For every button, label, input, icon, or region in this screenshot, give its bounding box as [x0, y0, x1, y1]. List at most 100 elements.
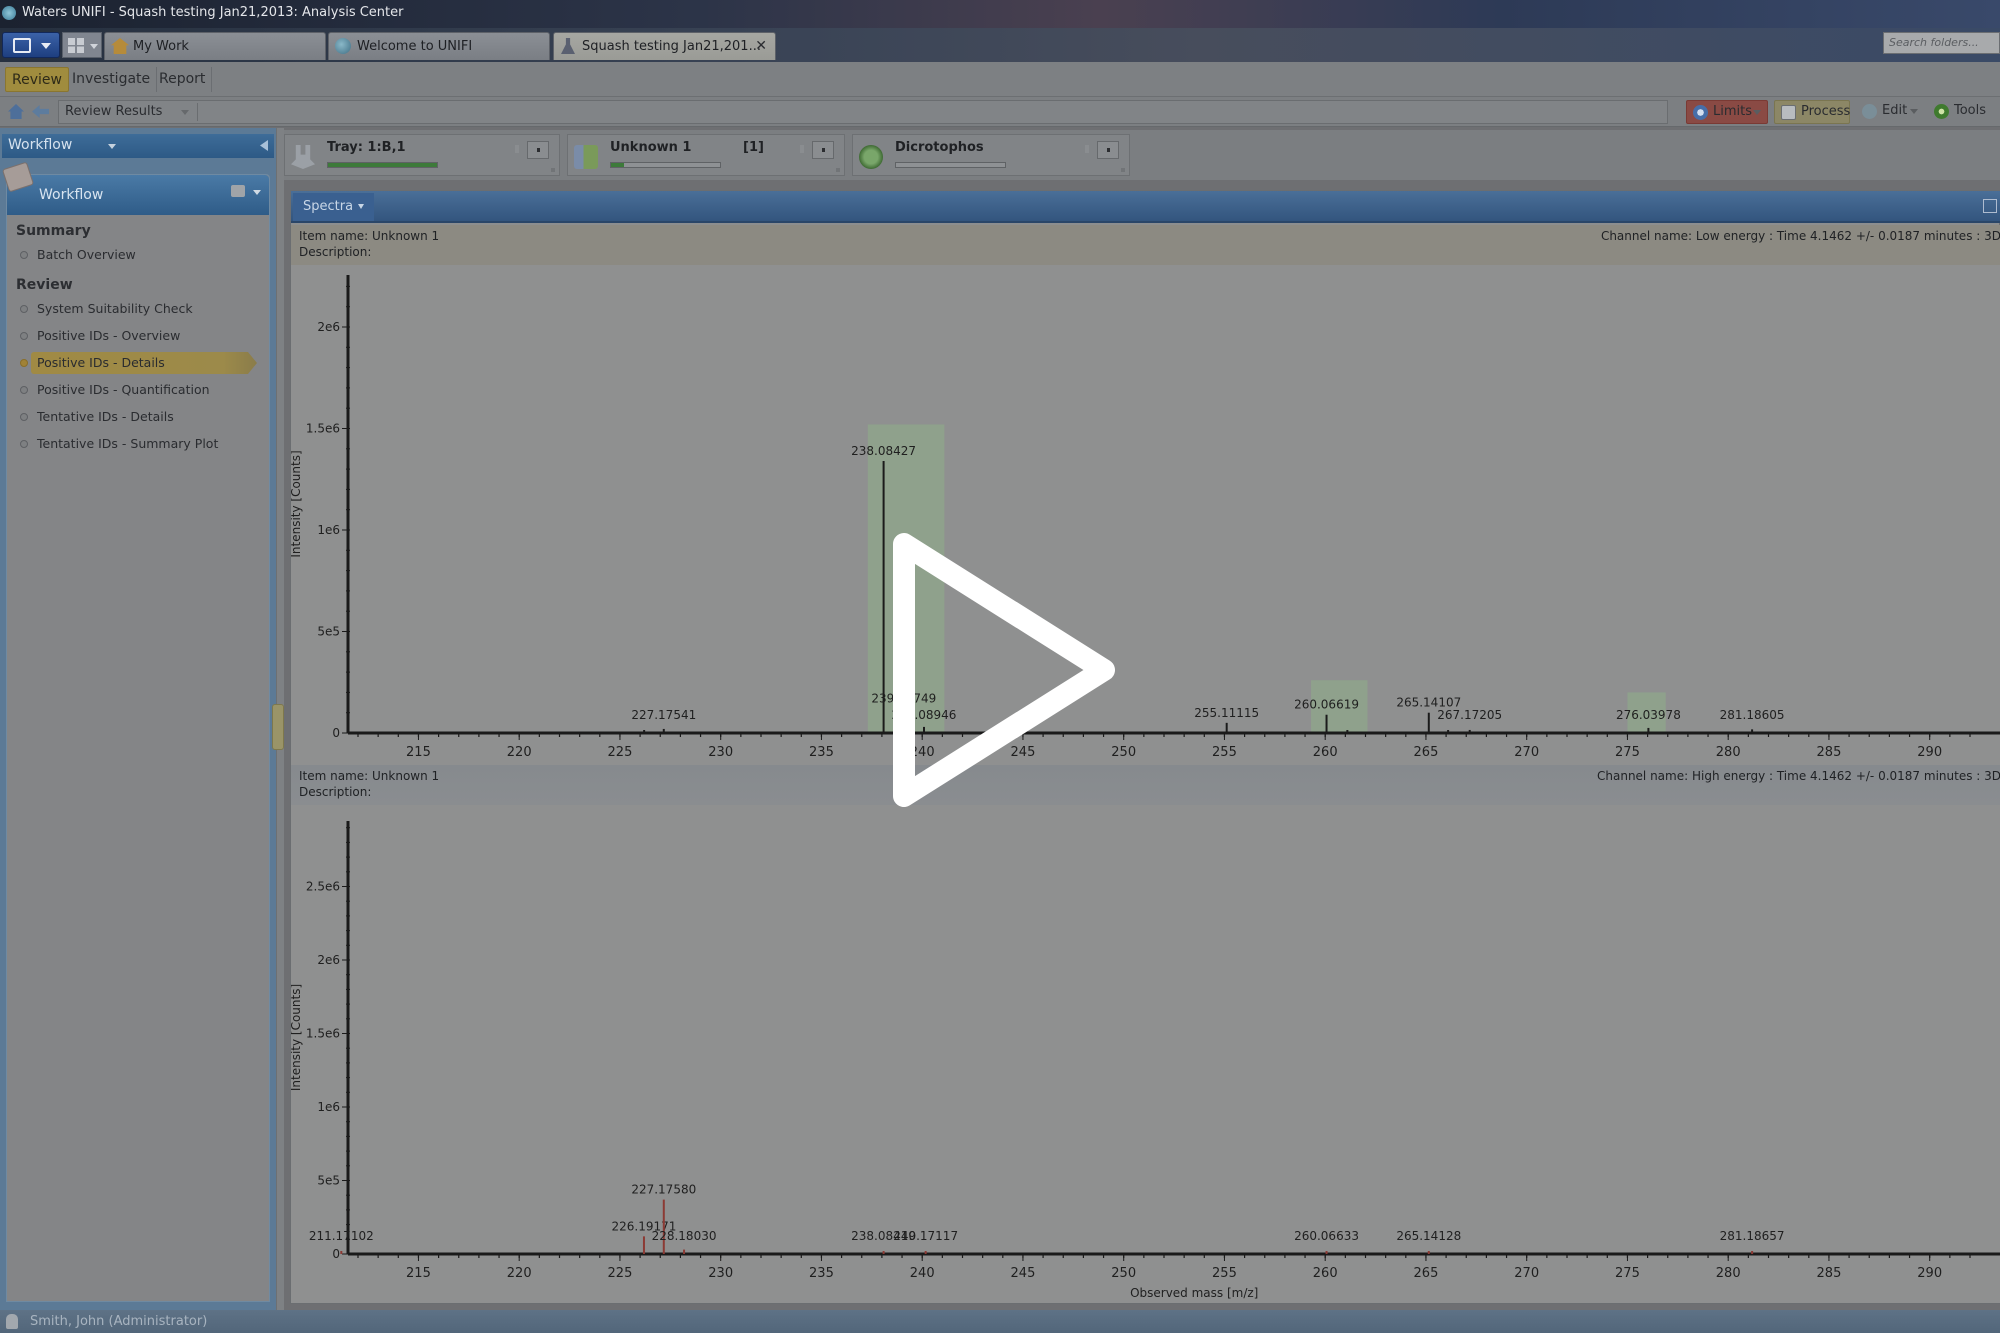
- progress-bar: [327, 162, 438, 168]
- sidebar-item-tentative-summary-plot[interactable]: Tentative IDs - Summary Plot: [13, 433, 265, 455]
- x-tick-label: 215: [406, 745, 431, 760]
- radio-icon: [20, 386, 28, 394]
- sidebar-item-label: System Suitability Check: [37, 301, 193, 316]
- tools-label: Tools: [1954, 103, 1987, 118]
- radio-icon: [20, 251, 28, 259]
- sidebar-item-label: Batch Overview: [37, 247, 136, 262]
- x-tick-label: 270: [1514, 1266, 1539, 1281]
- x-tick-label: 255: [1212, 745, 1237, 760]
- spectra-menu-button[interactable]: Spectra: [293, 193, 375, 221]
- peak-label: 276.03978: [1616, 708, 1681, 722]
- view-menu-button[interactable]: [2, 32, 60, 58]
- close-icon[interactable]: ✕: [755, 38, 767, 54]
- previous-arrow-icon[interactable]: [1085, 145, 1089, 153]
- comment-icon[interactable]: [231, 185, 245, 197]
- search-folders-input[interactable]: Search folders...: [1883, 32, 2000, 54]
- description: Description:: [299, 245, 372, 259]
- splitter-handle[interactable]: [272, 704, 284, 750]
- y-tick-label: 5e5: [317, 1174, 340, 1188]
- sidebar-item-positive-quantification[interactable]: Positive IDs - Quantification: [13, 379, 265, 401]
- sidebar-header[interactable]: Workflow: [2, 134, 274, 158]
- edit-button[interactable]: Edit: [1856, 100, 1922, 124]
- collapse-icon[interactable]: [260, 140, 268, 151]
- peak-label: 240.17117: [893, 1229, 958, 1243]
- y-tick-label: 0: [332, 1247, 340, 1261]
- grid-icon: [68, 38, 84, 53]
- workflow-panel: Workflow Summary Batch Overview Review S…: [1, 161, 270, 1302]
- x-tick-label: 265: [1414, 745, 1439, 760]
- peak-label: 238.08427: [851, 444, 916, 458]
- y-tick-label: 2.5e6: [306, 880, 340, 894]
- play-video-icon[interactable]: [890, 530, 1130, 810]
- context-count: [1]: [743, 140, 764, 155]
- current-user: Smith, John (Administrator): [30, 1314, 208, 1329]
- limits-button[interactable]: Limits: [1686, 100, 1768, 124]
- expand-corner-icon[interactable]: [1121, 168, 1125, 172]
- radio-icon: [20, 413, 28, 421]
- low-energy-plot[interactable]: 0 5e5 1e6 1.5e6 2e6 Intensity [Counts] 215 220 2…: [289, 265, 2000, 765]
- home-icon[interactable]: [8, 104, 24, 119]
- plot-info-high-energy: Item name: Unknown 1 Description: Channe…: [291, 765, 2000, 805]
- context-unknown[interactable]: Unknown 1 [1]: [567, 134, 845, 176]
- status-bar: Smith, John (Administrator): [0, 1310, 2000, 1333]
- progress-bar: [895, 162, 1006, 168]
- sidebar-item-label: Positive IDs - Overview: [37, 328, 181, 343]
- peak-label: 267.17205: [1437, 708, 1502, 722]
- expand-corner-icon[interactable]: [551, 168, 555, 172]
- x-tick-label: 260: [1313, 1266, 1338, 1281]
- chevron-down-icon[interactable]: [181, 110, 189, 115]
- context-dicrotophos[interactable]: Dicrotophos: [852, 134, 1130, 176]
- y-tick-label: 1e6: [317, 523, 340, 537]
- channel-name: Channel name: Low energy : Time 4.1462 +…: [1600, 229, 2000, 243]
- peak-label: 265.14128: [1396, 1229, 1461, 1243]
- chevron-down-icon[interactable]: [108, 144, 116, 149]
- document-icon: [1781, 105, 1796, 120]
- sidebar-item-system-suitability[interactable]: System Suitability Check: [13, 298, 265, 320]
- chevron-down-icon: [1910, 109, 1918, 114]
- high-energy-spectrum-chart[interactable]: 0 5e5 1e6 1.5e6 2e6 2.5e6 Intensity [Counts] 21…: [289, 805, 2000, 1303]
- window-title: Waters UNIFI - Squash testing Jan21,2013…: [22, 5, 404, 20]
- next-button[interactable]: [1097, 141, 1119, 159]
- low-energy-spectrum-chart[interactable]: 0 5e5 1e6 1.5e6 2e6 Intensity [Counts] 215 220 2…: [289, 265, 2000, 765]
- high-energy-plot[interactable]: 0 5e5 1e6 1.5e6 2e6 2.5e6 Intensity [Counts] 21…: [289, 805, 2000, 1303]
- sidebar-item-positive-overview[interactable]: Positive IDs - Overview: [13, 325, 265, 347]
- flask-icon: [561, 38, 575, 54]
- previous-arrow-icon[interactable]: [515, 145, 519, 153]
- x-tick-label: 235: [809, 1266, 834, 1281]
- context-tray[interactable]: Tray: 1:B,1: [284, 134, 560, 176]
- x-tick-label: 220: [507, 1266, 532, 1281]
- y-tick-label: 1e6: [317, 1100, 340, 1114]
- sidebar-item-tentative-details[interactable]: Tentative IDs - Details: [13, 406, 265, 428]
- previous-arrow-icon[interactable]: [800, 145, 804, 153]
- tab-my-work[interactable]: My Work: [104, 32, 326, 60]
- tab-welcome[interactable]: Welcome to UNIFI: [328, 32, 550, 60]
- chevron-down-icon[interactable]: [253, 190, 261, 195]
- expand-corner-icon[interactable]: [836, 168, 840, 172]
- back-arrow-icon[interactable]: [32, 105, 49, 118]
- tab-label: My Work: [133, 39, 189, 54]
- tools-button[interactable]: Tools: [1928, 100, 2000, 124]
- ribbon-tab-review[interactable]: Review: [5, 67, 69, 92]
- document-tab-bar: My Work Welcome to UNIFI Squash testing …: [0, 28, 2000, 62]
- x-tick-label: 225: [608, 745, 633, 760]
- section-summary: Summary: [16, 223, 91, 239]
- layout-menu-button[interactable]: [62, 32, 102, 58]
- next-button[interactable]: [812, 141, 834, 159]
- panel-options-icon[interactable]: [1983, 199, 1997, 213]
- check-icon: [859, 145, 883, 169]
- process-button[interactable]: Process: [1774, 100, 1850, 124]
- chevron-down-icon: [358, 204, 365, 209]
- ribbon-tab-investigate[interactable]: Investigate: [66, 67, 158, 92]
- sidebar-item-batch-overview[interactable]: Batch Overview: [13, 244, 265, 266]
- peak-label: 260.06633: [1294, 1229, 1359, 1243]
- ribbon-tab-report[interactable]: Report: [153, 67, 213, 92]
- item-name: Item name: Unknown 1: [299, 769, 440, 783]
- item-name: Item name: Unknown 1: [299, 229, 440, 243]
- sidebar-item-positive-details[interactable]: Positive IDs - Details: [13, 352, 265, 374]
- tab-squash-testing[interactable]: Squash testing Jan21,201... ✕: [553, 32, 776, 60]
- next-button[interactable]: [527, 141, 549, 159]
- address-breadcrumb[interactable]: Review Results: [58, 100, 1668, 124]
- context-name: Tray: 1:B,1: [327, 140, 406, 155]
- description: Description:: [299, 785, 372, 799]
- sidebar-item-label: Positive IDs - Details: [37, 355, 165, 370]
